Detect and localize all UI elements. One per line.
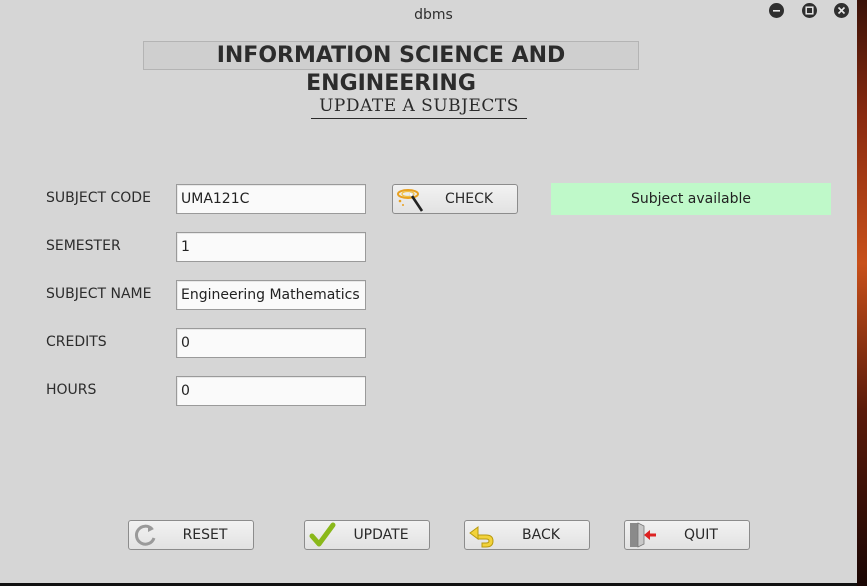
title-bar: dbms xyxy=(0,0,857,30)
close-button[interactable] xyxy=(834,3,849,18)
quit-button-label: QUIT xyxy=(684,527,718,543)
update-button[interactable]: UPDATE xyxy=(304,520,430,550)
magic-wand-icon xyxy=(393,185,427,213)
back-arrow-icon xyxy=(465,521,499,549)
window-title: dbms xyxy=(414,7,453,23)
checkmark-icon xyxy=(305,521,339,549)
check-button-label: CHECK xyxy=(444,191,494,207)
refresh-icon xyxy=(129,521,163,549)
page-subtitle: UPDATE A SUBJECTS xyxy=(311,96,527,119)
maximize-icon xyxy=(805,6,814,15)
semester-field[interactable] xyxy=(176,232,366,262)
credits-field[interactable] xyxy=(176,328,366,358)
back-button[interactable]: BACK xyxy=(464,520,590,550)
quit-button[interactable]: QUIT xyxy=(624,520,750,550)
desktop-background xyxy=(857,0,867,586)
status-badge: Subject available xyxy=(551,183,831,215)
hours-field[interactable] xyxy=(176,376,366,406)
subject-code-label: SUBJECT CODE xyxy=(46,190,151,206)
hours-label: HOURS xyxy=(46,382,97,398)
subject-code-field[interactable] xyxy=(176,184,366,214)
reset-button-label: RESET xyxy=(182,527,228,543)
maximize-button[interactable] xyxy=(802,3,817,18)
check-button[interactable]: CHECK xyxy=(392,184,518,214)
back-button-label: BACK xyxy=(522,527,560,543)
reset-button[interactable]: RESET xyxy=(128,520,254,550)
semester-label: SEMESTER xyxy=(46,238,121,254)
exit-door-icon xyxy=(625,521,659,549)
app-window: dbms INFORMATION SCIENCE AND ENGINEERING… xyxy=(0,0,857,583)
page-title: INFORMATION SCIENCE AND ENGINEERING xyxy=(143,41,639,96)
close-icon xyxy=(837,6,846,15)
minimize-button[interactable] xyxy=(769,3,784,18)
subject-name-field[interactable] xyxy=(176,280,366,310)
minimize-icon xyxy=(773,10,780,12)
subject-name-label: SUBJECT NAME xyxy=(46,286,152,302)
credits-label: CREDITS xyxy=(46,334,107,350)
update-button-label: UPDATE xyxy=(353,527,409,543)
